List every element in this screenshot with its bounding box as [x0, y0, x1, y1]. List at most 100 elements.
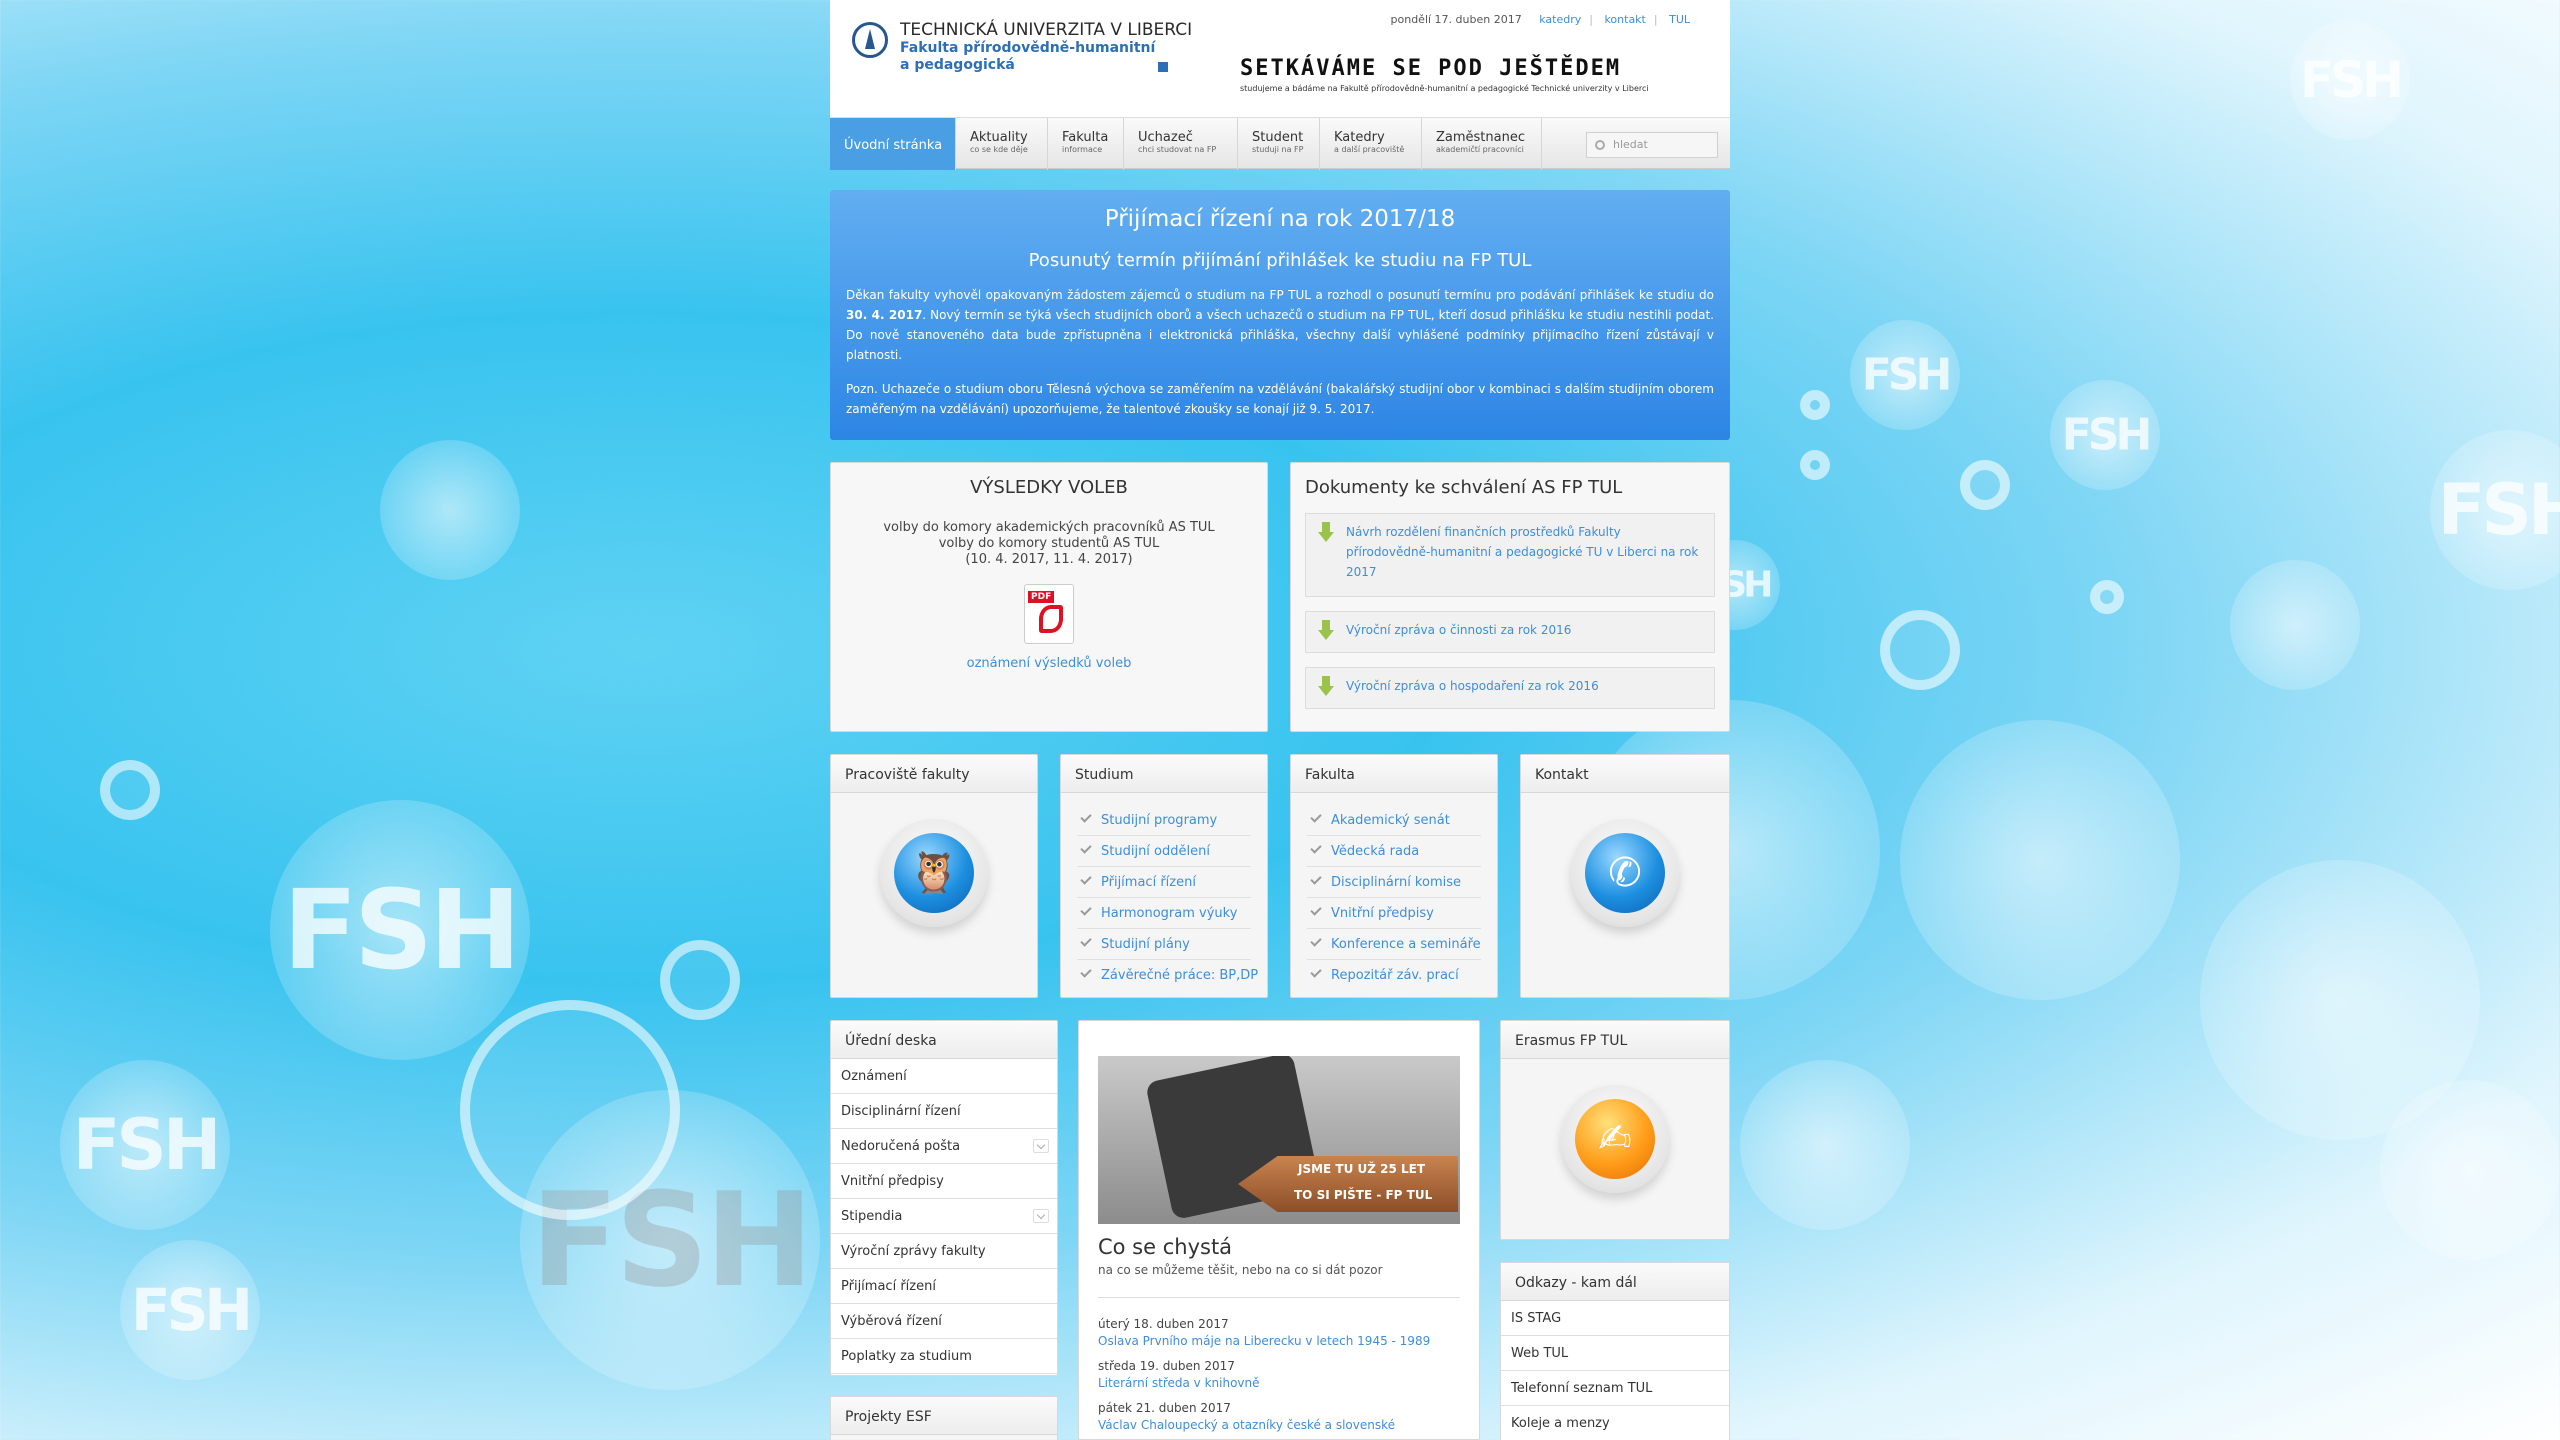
- site-header: TECHNICKÁ UNIVERZITA V LIBERCI Fakulta p…: [830, 0, 1730, 118]
- university-logo-icon[interactable]: [852, 22, 888, 58]
- divider: [1098, 1297, 1460, 1298]
- nav-home[interactable]: Úvodní stránka: [830, 118, 956, 170]
- nav-news-sub: co se kde děje: [970, 145, 1028, 154]
- document-item[interactable]: Výroční zpráva o hospodaření za rok 2016: [1305, 667, 1715, 709]
- workplaces-box: Pracoviště fakulty 🦉: [830, 754, 1038, 998]
- list-item[interactable]: Disciplinární komise: [1307, 867, 1481, 898]
- list-item-label: Harmonogram výuky: [1101, 906, 1238, 921]
- board-item[interactable]: Vnitřní předpisy: [831, 1164, 1057, 1199]
- board-item[interactable]: Přijímací řízení: [831, 1269, 1057, 1304]
- pdf-icon[interactable]: PDF: [1024, 584, 1074, 644]
- link-item[interactable]: Web TUL: [1501, 1336, 1729, 1371]
- event-link[interactable]: Literární středa v knihovně: [1098, 1376, 1260, 1390]
- list-item[interactable]: Studijní oddělení: [1077, 836, 1251, 867]
- nav-student[interactable]: Student studuji na FP: [1238, 118, 1320, 170]
- banner-p1-text: Děkan fakulty vyhověl opakovaným žádoste…: [846, 288, 1714, 302]
- list-item[interactable]: Studijní plány: [1077, 929, 1251, 960]
- download-arrow-icon: [1318, 522, 1334, 542]
- event-item: středa 19. duben 2017 Literární středa v…: [1098, 1359, 1260, 1390]
- board-item-label: Disciplinární řízení: [841, 1104, 961, 1119]
- link-item[interactable]: IS STAG: [1501, 1301, 1729, 1336]
- list-item[interactable]: Repozitář záv. prací: [1307, 960, 1481, 991]
- check-icon: [1310, 904, 1322, 916]
- faculty-name[interactable]: Fakulta přírodovědně-humanitní a pedagog…: [900, 40, 1160, 74]
- documents-title: Dokumenty ke schválení AS FP TUL: [1305, 477, 1623, 498]
- check-icon: [1310, 935, 1322, 947]
- link-item[interactable]: Telefonní seznam TUL: [1501, 1371, 1729, 1406]
- nav-employee[interactable]: Zaměstnanec akademičtí pracovníci: [1422, 118, 1542, 170]
- board-item[interactable]: Nedoručená pošta: [831, 1129, 1057, 1164]
- list-item[interactable]: Přijímací řízení: [1077, 867, 1251, 898]
- document-link: Výroční zpráva o činnosti za rok 2016: [1346, 623, 1572, 637]
- link-item-label: IS STAG: [1511, 1311, 1562, 1326]
- upcoming-events-box: JSME TU UŽ 25 LET TO SI PIŠTE - FP TUL C…: [1078, 1020, 1480, 1440]
- list-item-label: Konference a semináře: [1331, 937, 1481, 952]
- event-link[interactable]: Oslava Prvního máje na Liberecku v letec…: [1098, 1334, 1430, 1348]
- list-item[interactable]: Akademický senát: [1307, 805, 1481, 836]
- board-item[interactable]: Oznámení: [831, 1059, 1057, 1094]
- banner-subtitle: Posunutý termín přijímání přihlášek ke s…: [1028, 250, 1532, 271]
- faculty-name-line2: a pedagogická: [900, 57, 1015, 73]
- news-photo[interactable]: JSME TU UŽ 25 LET TO SI PIŠTE - FP TUL: [1098, 1056, 1460, 1224]
- expand-icon[interactable]: [1033, 1139, 1049, 1153]
- events-subtitle: na co se můžeme těšit, nebo na co si dát…: [1098, 1263, 1383, 1277]
- check-icon: [1310, 811, 1322, 823]
- link-item[interactable]: Koleje a menzy: [1501, 1406, 1729, 1440]
- expand-icon[interactable]: [1033, 1209, 1049, 1223]
- contact-box: Kontakt ✆: [1520, 754, 1730, 998]
- slogan: SETKÁVÁME SE POD JEŠTĚDEM: [1240, 56, 1622, 81]
- list-item[interactable]: Harmonogram výuky: [1077, 898, 1251, 929]
- board-item[interactable]: Výroční zprávy fakulty: [831, 1234, 1057, 1269]
- event-date: úterý 18. duben 2017: [1098, 1317, 1229, 1331]
- link-tul[interactable]: TUL: [1669, 13, 1690, 26]
- slogan-subtitle: studujeme a bádáme na Fakultě přírodověd…: [1240, 84, 1649, 93]
- nav-faculty[interactable]: Fakulta informace: [1048, 118, 1124, 170]
- list-item-label: Studijní oddělení: [1101, 844, 1210, 859]
- election-results-link[interactable]: oznámení výsledků voleb: [831, 656, 1267, 671]
- logo-square-icon: [1158, 62, 1168, 72]
- nav-departments[interactable]: Katedry a další pracoviště: [1320, 118, 1422, 170]
- owl-icon[interactable]: 🦉: [880, 819, 988, 927]
- list-item[interactable]: Studijní programy: [1077, 805, 1251, 836]
- check-icon: [1310, 842, 1322, 854]
- election-results-title: VÝSLEDKY VOLEB: [970, 477, 1128, 498]
- event-link[interactable]: Václav Chaloupecký a otazníky české a sl…: [1098, 1418, 1395, 1432]
- list-item[interactable]: Konference a semináře: [1307, 929, 1481, 960]
- link-katedry[interactable]: katedry: [1539, 13, 1581, 26]
- phone-icon[interactable]: ✆: [1571, 819, 1679, 927]
- esf-projects-title[interactable]: Projekty ESF: [831, 1397, 1057, 1435]
- board-item-label: Výroční zprávy fakulty: [841, 1244, 986, 1259]
- faculty-name-line1: Fakulta přírodovědně-humanitní: [900, 40, 1156, 56]
- nav-applicant-sub: chci studovat na FP: [1138, 145, 1217, 154]
- contact-title: Kontakt: [1521, 755, 1729, 793]
- list-item[interactable]: Vědecká rada: [1307, 836, 1481, 867]
- link-kontakt[interactable]: kontakt: [1604, 13, 1645, 26]
- document-link: Výroční zpráva o hospodaření za rok 2016: [1346, 679, 1599, 693]
- nav-applicant[interactable]: Uchazeč chci studovat na FP: [1124, 118, 1238, 170]
- list-item-label: Akademický senát: [1331, 813, 1450, 828]
- main-navigation: Úvodní stránka Aktuality co se kde děje …: [830, 117, 1730, 170]
- event-item: úterý 18. duben 2017 Oslava Prvního máje…: [1098, 1317, 1430, 1348]
- page-container: TECHNICKÁ UNIVERZITA V LIBERCI Fakulta p…: [830, 0, 1730, 1440]
- list-item-label: Přijímací řízení: [1101, 875, 1196, 890]
- nav-news[interactable]: Aktuality co se kde děje: [956, 118, 1048, 170]
- board-item[interactable]: Stipendia: [831, 1199, 1057, 1234]
- banner-p1-text-2: . Nový termín se týká všech studijních o…: [846, 308, 1714, 362]
- list-item-label: Vědecká rada: [1331, 844, 1420, 859]
- document-item[interactable]: Návrh rozdělení finančních prostředků Fa…: [1305, 513, 1715, 597]
- official-board-title: Úřední deska: [831, 1021, 1057, 1059]
- search-input[interactable]: hledat: [1586, 132, 1718, 158]
- check-icon: [1080, 966, 1092, 978]
- faculty-list: Akademický senát Vědecká rada Discipliná…: [1291, 793, 1497, 991]
- erasmus-icon[interactable]: ✍: [1561, 1085, 1669, 1193]
- download-arrow-icon: [1318, 620, 1334, 640]
- election-results-box: VÝSLEDKY VOLEB volby do komory akademick…: [830, 462, 1268, 732]
- list-item[interactable]: Vnitřní předpisy: [1307, 898, 1481, 929]
- board-item[interactable]: Výběrová řízení: [831, 1304, 1057, 1339]
- photo-caption-1: JSME TU UŽ 25 LET: [1298, 1162, 1426, 1176]
- board-item[interactable]: Disciplinární řízení: [831, 1094, 1057, 1129]
- board-item-label: Vnitřní předpisy: [841, 1174, 944, 1189]
- list-item[interactable]: Závěrečné práce: BP,DP: [1077, 960, 1258, 991]
- document-item[interactable]: Výroční zpráva o činnosti za rok 2016: [1305, 611, 1715, 653]
- board-item[interactable]: Poplatky za studium: [831, 1339, 1057, 1374]
